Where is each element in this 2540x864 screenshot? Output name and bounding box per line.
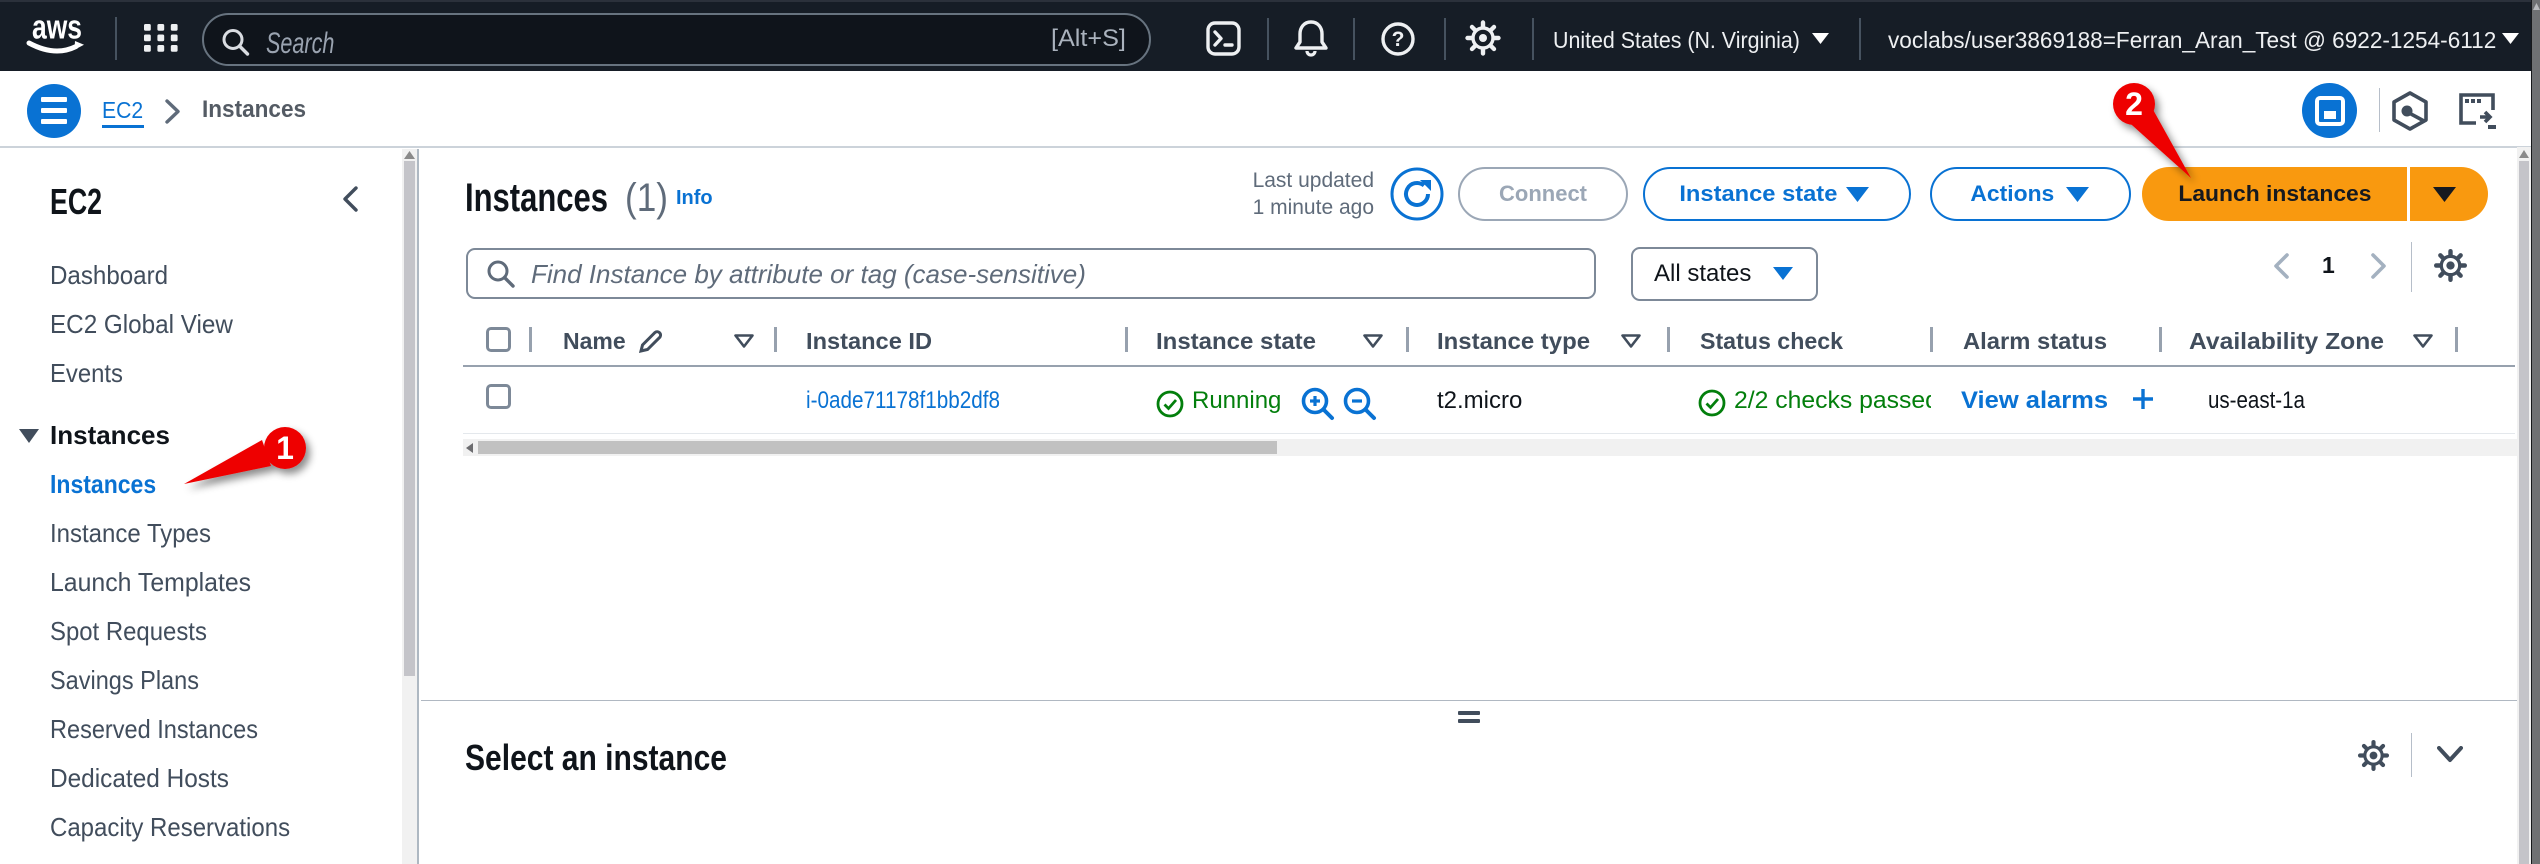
svg-text:?: ?	[1392, 28, 1405, 51]
svg-text:1: 1	[276, 430, 294, 466]
svg-text:2: 2	[2125, 86, 2143, 122]
svg-text:aws: aws	[32, 9, 82, 47]
